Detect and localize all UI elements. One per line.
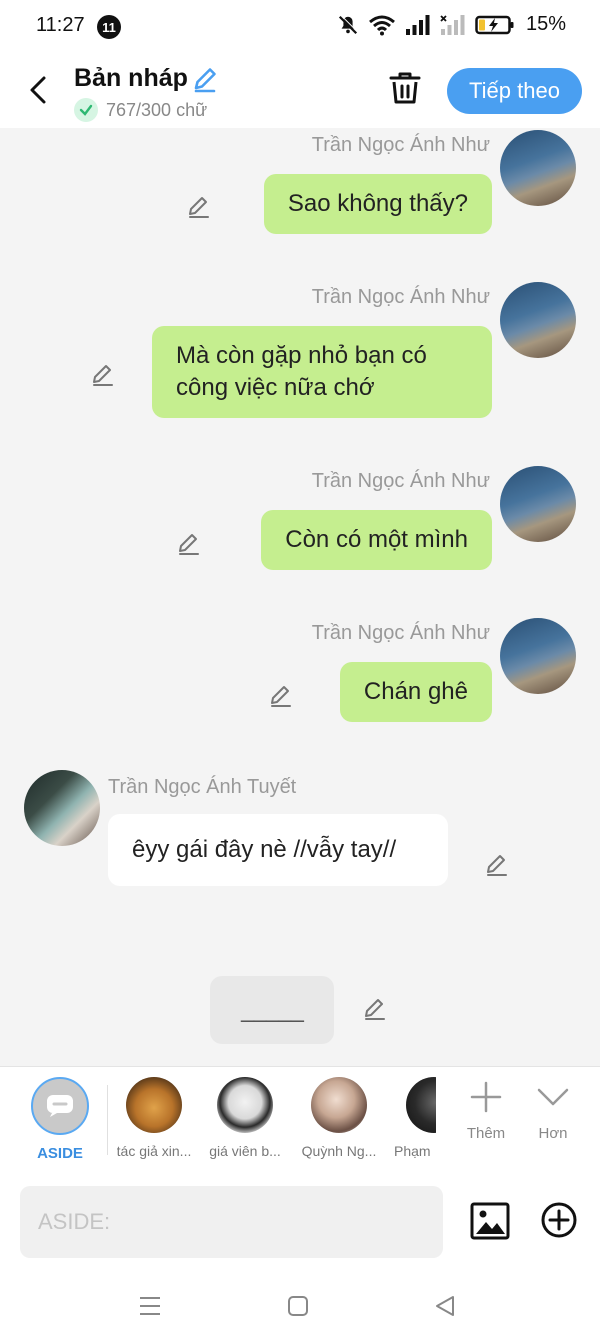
sender-name: Trần Ngọc Ánh Như bbox=[311, 622, 490, 644]
avatar[interactable] bbox=[500, 282, 576, 358]
message-bubble[interactable]: Còn có một mình bbox=[261, 510, 492, 570]
word-count-label: 767/300 chữ bbox=[106, 99, 208, 120]
avatar[interactable] bbox=[500, 466, 576, 542]
system-nav-bar bbox=[0, 1269, 600, 1343]
message-bubble[interactable]: Sao không thấy? bbox=[263, 174, 492, 234]
word-count: 767/300 chữ bbox=[74, 98, 207, 122]
add-character-button[interactable]: Thêm bbox=[456, 1081, 516, 1142]
status-bar: 11:27 11 15% bbox=[0, 0, 600, 52]
trash-icon bbox=[389, 72, 421, 104]
character-name: giá viên b... bbox=[209, 1143, 281, 1159]
header: Bản nháp 767/300 chữ Tiếp theo bbox=[0, 52, 600, 128]
chevron-down-icon bbox=[537, 1088, 569, 1106]
aside-character[interactable]: ASIDE bbox=[15, 1077, 105, 1162]
signal-no-service-icon bbox=[440, 14, 465, 35]
avatar[interactable] bbox=[500, 130, 576, 206]
character-name: Phạm bbox=[394, 1143, 431, 1159]
edit-message-button[interactable] bbox=[176, 531, 202, 562]
home-icon bbox=[288, 1296, 308, 1316]
edit-message-button[interactable] bbox=[90, 362, 116, 393]
status-icons: 15% bbox=[337, 13, 566, 36]
menu-icon bbox=[140, 1297, 160, 1315]
chat-area: Trần Ngọc Ánh Như Sao không thấy? Trần N… bbox=[0, 128, 600, 1066]
image-button[interactable] bbox=[470, 1202, 510, 1245]
character-name: tác giả xin... bbox=[116, 1143, 192, 1159]
character-item[interactable]: tác giả xin... bbox=[109, 1077, 199, 1159]
back-nav-button[interactable] bbox=[434, 1295, 456, 1322]
input-bar bbox=[0, 1174, 600, 1269]
sender-name: Trần Ngọc Ánh Như bbox=[311, 470, 490, 492]
notification-count-badge: 11 bbox=[97, 15, 121, 39]
page-title: Bản nháp bbox=[74, 64, 188, 92]
plus-circle-icon bbox=[541, 1202, 577, 1238]
edit-message-button[interactable] bbox=[268, 683, 294, 714]
edit-title-button[interactable] bbox=[190, 64, 220, 99]
sender-name: Trần Ngọc Ánh Như bbox=[311, 286, 490, 308]
pencil-icon bbox=[189, 197, 209, 218]
menu-button[interactable] bbox=[138, 1295, 162, 1322]
avatar[interactable] bbox=[24, 770, 100, 846]
divider bbox=[107, 1085, 108, 1155]
aside-avatar bbox=[31, 1077, 89, 1135]
battery-percent: 15% bbox=[525, 13, 566, 35]
pencil-icon bbox=[93, 365, 113, 386]
collapse-button[interactable]: Hơn bbox=[523, 1081, 583, 1142]
mute-icon bbox=[338, 14, 358, 34]
edit-message-button[interactable] bbox=[186, 194, 212, 225]
add-button[interactable] bbox=[541, 1202, 577, 1243]
avatar bbox=[126, 1077, 182, 1133]
chevron-left-icon bbox=[30, 76, 46, 104]
plus-icon bbox=[470, 1081, 502, 1113]
signal-icon bbox=[405, 14, 430, 35]
character-item[interactable]: Quỳnh Ng... bbox=[294, 1077, 384, 1159]
message-bubble[interactable]: Chán ghê bbox=[339, 662, 492, 722]
character-name: Quỳnh Ng... bbox=[301, 1143, 377, 1159]
avatar[interactable] bbox=[500, 618, 576, 694]
message-input[interactable] bbox=[20, 1186, 443, 1258]
aside-label: ASIDE bbox=[37, 1145, 83, 1162]
back-button[interactable] bbox=[22, 72, 54, 108]
pencil-icon bbox=[194, 68, 216, 93]
chat-bubble-icon bbox=[47, 1095, 73, 1117]
edit-message-button[interactable] bbox=[484, 852, 510, 883]
pencil-icon bbox=[365, 999, 385, 1020]
delete-button[interactable] bbox=[388, 70, 422, 111]
character-item[interactable]: Phạm bbox=[390, 1077, 436, 1159]
next-button[interactable]: Tiếp theo bbox=[447, 68, 582, 114]
empty-message-bubble[interactable]: _____ bbox=[210, 976, 334, 1044]
avatar bbox=[406, 1077, 436, 1133]
message-bubble[interactable]: Mà còn gặp nhỏ bạn có công việc nữa chớ bbox=[152, 326, 492, 418]
avatar bbox=[311, 1077, 367, 1133]
character-selector: ASIDE tác giả xin... giá viên b... Quỳnh… bbox=[0, 1066, 600, 1174]
edit-message-button[interactable] bbox=[362, 996, 388, 1027]
collapse-label: Hơn bbox=[538, 1125, 568, 1142]
wifi-icon bbox=[369, 15, 395, 35]
message-bubble[interactable]: êyy gái đây nè //vẫy tay// bbox=[108, 814, 448, 886]
image-icon bbox=[470, 1202, 510, 1240]
home-button[interactable] bbox=[287, 1295, 309, 1322]
character-item[interactable]: giá viên b... bbox=[200, 1077, 290, 1159]
check-icon bbox=[74, 98, 98, 122]
empty-message-text: _____ bbox=[241, 996, 304, 1023]
pencil-icon bbox=[487, 855, 507, 876]
add-label: Thêm bbox=[466, 1125, 506, 1142]
sender-name: Trần Ngọc Ánh Tuyết bbox=[108, 776, 297, 798]
pencil-icon bbox=[179, 534, 199, 555]
pencil-icon bbox=[271, 686, 291, 707]
battery-charging-icon bbox=[475, 15, 514, 34]
avatar bbox=[217, 1077, 273, 1133]
triangle-back-icon bbox=[436, 1296, 454, 1316]
status-time: 11:27 bbox=[36, 14, 85, 36]
sender-name: Trần Ngọc Ánh Như bbox=[311, 134, 490, 156]
